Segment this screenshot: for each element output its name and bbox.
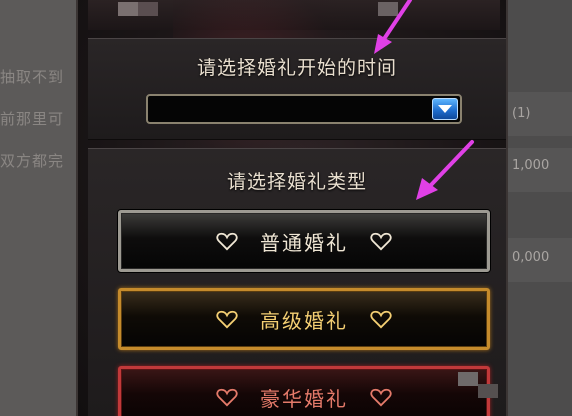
heart-outline-icon bbox=[370, 309, 392, 329]
background-value: (1) bbox=[512, 106, 531, 121]
mosaic-patch bbox=[118, 2, 138, 16]
background-value: 1,000 bbox=[512, 158, 550, 173]
time-select-dropdown-button[interactable] bbox=[432, 98, 458, 120]
advanced-wedding-label: 高级婚礼 bbox=[260, 308, 348, 333]
heart-outline-icon bbox=[370, 231, 392, 251]
heart-outline-icon bbox=[370, 387, 392, 407]
background-page-left: 抽取不到 前那里可 双方都完 bbox=[0, 0, 76, 416]
time-heading: 请选择婚礼开始的时间 bbox=[196, 57, 397, 79]
advanced-wedding-button[interactable]: 高级婚礼 bbox=[118, 288, 490, 350]
normal-wedding-label: 普通婚礼 bbox=[260, 230, 348, 255]
annotation-arrow-icon bbox=[374, 0, 412, 54]
background-text-line: 抽取不到 bbox=[0, 68, 65, 86]
background-text-line: 前那里可 bbox=[0, 110, 65, 128]
game-window: 请选择婚礼开始的时间 请选择婚礼类型 普通婚礼 高级婚礼 豪华婚礼 bbox=[76, 0, 508, 416]
screen: 抽取不到 前那里可 双方都完 (1) 1,000 0,000 请选择婚礼开始的时… bbox=[0, 0, 572, 416]
background-page-right: (1) 1,000 0,000 bbox=[508, 0, 572, 416]
background-text-line: 双方都完 bbox=[0, 152, 65, 170]
annotation-arrow-icon bbox=[416, 140, 474, 200]
chevron-down-icon bbox=[438, 105, 452, 113]
heart-outline-icon bbox=[216, 309, 238, 329]
time-select[interactable] bbox=[146, 94, 462, 124]
mosaic-patch bbox=[478, 384, 498, 398]
normal-wedding-button[interactable]: 普通婚礼 bbox=[118, 210, 490, 272]
heart-outline-icon bbox=[216, 231, 238, 251]
mosaic-patch bbox=[138, 2, 158, 16]
luxury-wedding-button[interactable]: 豪华婚礼 bbox=[118, 366, 490, 416]
heart-outline-icon bbox=[216, 387, 238, 407]
background-value: 0,000 bbox=[512, 250, 550, 265]
time-panel: 请选择婚礼开始的时间 bbox=[88, 38, 506, 140]
mosaic-patch bbox=[458, 372, 478, 386]
luxury-wedding-label: 豪华婚礼 bbox=[260, 386, 348, 411]
